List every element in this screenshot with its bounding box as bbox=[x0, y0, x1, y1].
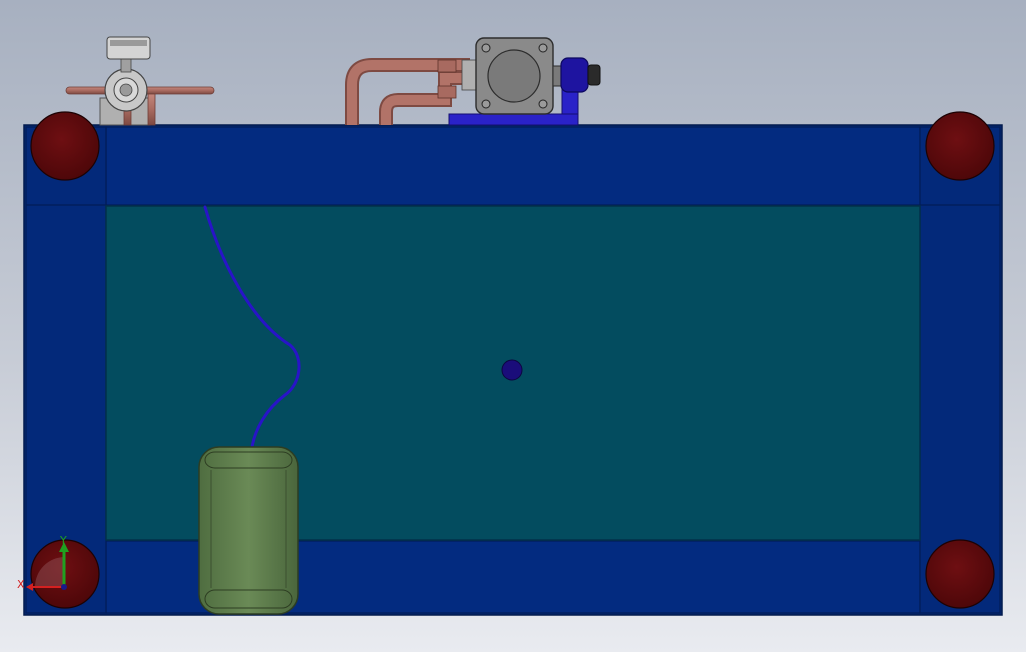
triad-x-label: X bbox=[17, 578, 25, 591]
pump-bolt-bottom-left bbox=[481, 99, 491, 109]
corner-cap-bottom-right bbox=[925, 539, 995, 609]
pump-bolt-top-right bbox=[538, 43, 548, 53]
tank bbox=[198, 446, 299, 615]
pump-mount-plate bbox=[448, 113, 579, 126]
motor bbox=[560, 57, 601, 115]
gauge-face bbox=[110, 40, 147, 46]
pipe-fitting-upper bbox=[437, 59, 457, 73]
valve-assembly bbox=[65, 36, 215, 126]
center-marker bbox=[501, 359, 523, 381]
assembly-drawing: X Y bbox=[17, 36, 1003, 616]
corner-cap-top-left bbox=[30, 111, 100, 181]
triad-y-label: Y bbox=[59, 534, 67, 547]
pump-bolt-bottom-right bbox=[538, 99, 548, 109]
valve-pipe-stub-right bbox=[147, 93, 156, 126]
valve-inner-core bbox=[119, 83, 133, 97]
pump-cover bbox=[487, 49, 541, 103]
pipe-union bbox=[461, 59, 477, 91]
motor-end-cap bbox=[587, 64, 601, 86]
gauge-stem bbox=[120, 57, 132, 73]
triad-origin bbox=[61, 584, 67, 590]
pump bbox=[475, 37, 563, 115]
frame-top-beam bbox=[105, 126, 921, 206]
corner-cap-top-right bbox=[925, 111, 995, 181]
pipe-fitting-lower bbox=[437, 85, 457, 99]
motor-body bbox=[560, 57, 589, 93]
tank-body bbox=[198, 446, 299, 615]
pump-bolt-top-left bbox=[481, 43, 491, 53]
cad-viewport[interactable]: X Y bbox=[0, 0, 1026, 652]
